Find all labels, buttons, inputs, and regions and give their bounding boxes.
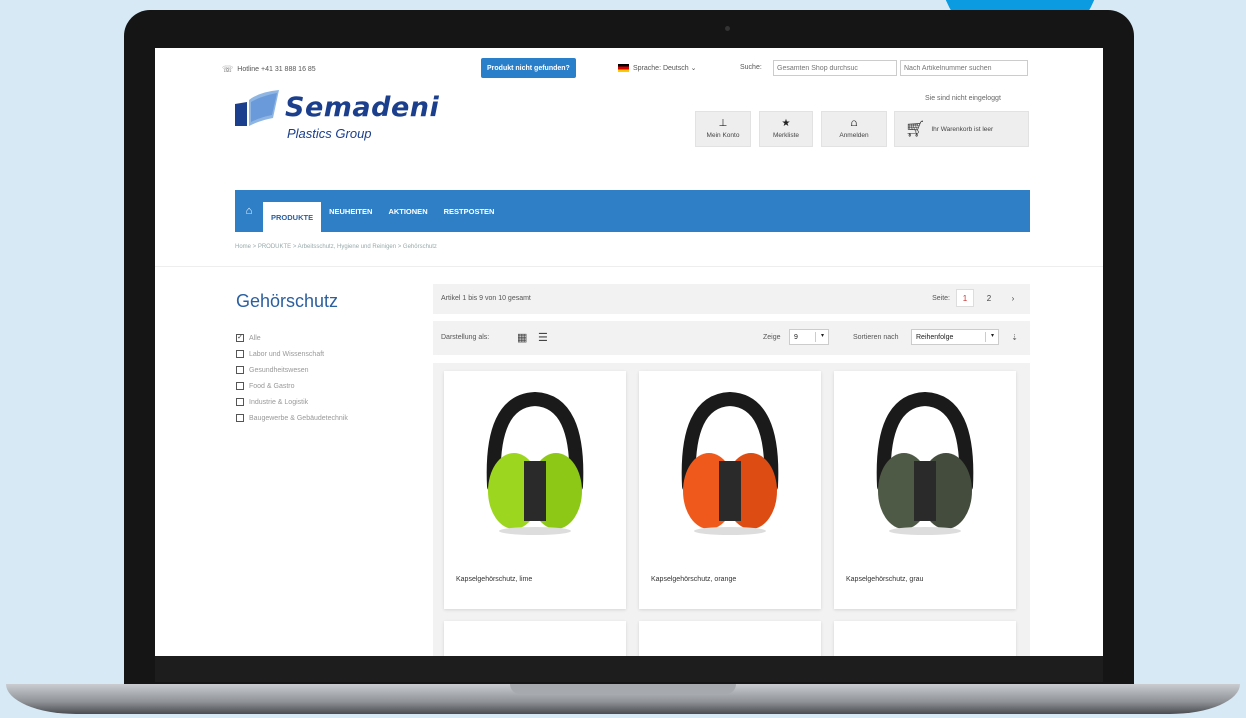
webcam: [725, 26, 730, 31]
breadcrumb[interactable]: Home > PRODUKTE > Arbeitsschutz, Hygiene…: [235, 244, 437, 250]
product-card[interactable]: [834, 621, 1016, 656]
german-flag-icon: [618, 64, 629, 72]
item-count: Artikel 1 bis 9 von 10 gesamt: [441, 295, 531, 302]
chevron-down-icon: ▾: [985, 332, 994, 342]
lock-icon: ⩍: [850, 118, 858, 129]
language-selector[interactable]: Sprache: Deutsch ⌄: [618, 64, 696, 72]
nav-item-neuheiten[interactable]: NEUHEITEN: [321, 190, 380, 232]
topbar: ☏ Hotline +41 31 888 16 85 Produkt nicht…: [155, 58, 1103, 80]
product-card[interactable]: [639, 621, 821, 656]
earmuff-orange-image: [681, 391, 779, 535]
product-listing: Kapselgehörschutz, lime Kapselgehörschut…: [433, 363, 1030, 656]
hotline-text: Hotline +41 31 888 16 85: [237, 66, 316, 73]
view-toolbar: Darstellung als: ▦ ☰ Zeige 9 ▾ Sortieren…: [433, 321, 1030, 355]
show-label: Zeige: [763, 334, 781, 341]
screen-bezel: [155, 656, 1103, 682]
checkbox-icon[interactable]: [236, 398, 244, 406]
page-2[interactable]: 2: [980, 289, 998, 307]
product-card[interactable]: Kapselgehörschutz, lime: [444, 371, 626, 609]
login-status: Sie sind nicht eingeloggt: [925, 95, 1001, 102]
filter-item[interactable]: Industrie & Logistik: [236, 394, 348, 410]
wishlist-label: Merkliste: [772, 132, 799, 139]
category-filters: ✓ Alle Labor und Wissenschaft Gesundheits…: [236, 330, 348, 426]
pagination-bar: Artikel 1 bis 9 von 10 gesamt Seite: 1 2…: [433, 284, 1030, 314]
filter-item[interactable]: Gesundheitswesen: [236, 362, 348, 378]
filter-label: Labor und Wissenschaft: [249, 350, 325, 358]
search-input[interactable]: [773, 60, 897, 76]
checkbox-icon[interactable]: [236, 414, 244, 422]
language-label: Sprache: Deutsch ⌄: [633, 65, 697, 72]
sort-value: Reihenfolge: [916, 333, 954, 341]
user-icon: ⊥: [718, 118, 728, 129]
filter-label: Alle: [249, 334, 261, 342]
sort-direction-icon[interactable]: ⇣: [1011, 333, 1018, 342]
product-card[interactable]: Kapselgehörschutz, grau: [834, 371, 1016, 609]
category-title: Gehörschutz: [236, 291, 339, 311]
filter-item[interactable]: ✓ Alle: [236, 330, 348, 346]
checkbox-icon[interactable]: [236, 382, 244, 390]
wishlist-button[interactable]: ★ Merkliste: [759, 111, 813, 147]
laptop-screen: ☏ Hotline +41 31 888 16 85 Produkt nicht…: [155, 48, 1103, 656]
chevron-down-icon: ▾: [815, 332, 824, 342]
my-account-button[interactable]: ⊥ Mein Konto: [695, 111, 751, 147]
hotline: ☏ Hotline +41 31 888 16 85: [222, 64, 316, 75]
next-page-icon[interactable]: ›: [1004, 289, 1022, 307]
checkbox-icon[interactable]: [236, 350, 244, 358]
nav-item-produkte[interactable]: PRODUKTE: [263, 202, 322, 232]
list-view-icon[interactable]: ☰: [538, 331, 548, 344]
star-icon: ★: [781, 118, 791, 129]
nav-item-restposten[interactable]: RESTPOSTEN: [436, 190, 503, 232]
filter-item[interactable]: Baugewerbe & Gebäudetechnik: [236, 410, 348, 426]
product-name[interactable]: Kapselgehörschutz, lime: [456, 576, 532, 583]
filter-label: Baugewerbe & Gebäudetechnik: [249, 414, 348, 422]
phone-icon: ☏: [222, 64, 234, 74]
brand-subtitle: Plastics Group: [287, 126, 372, 141]
sort-label: Sortieren nach: [853, 334, 899, 341]
login-button[interactable]: ⩍ Anmelden: [821, 111, 887, 147]
grid-view-icon[interactable]: ▦: [517, 331, 527, 344]
article-number-input[interactable]: [900, 60, 1028, 76]
page-label: Seite:: [932, 294, 950, 302]
checkbox-icon[interactable]: [236, 366, 244, 374]
logo-mark-icon: [235, 90, 279, 126]
product-card[interactable]: Kapselgehörschutz, orange: [639, 371, 821, 609]
pagination: Seite: 1 2 ›: [932, 289, 1022, 307]
earmuff-lime-image: [486, 391, 584, 535]
filter-label: Gesundheitswesen: [249, 366, 309, 374]
view-label: Darstellung als:: [441, 334, 490, 341]
page-size-value: 9: [794, 333, 798, 341]
product-name[interactable]: Kapselgehörschutz, grau: [846, 576, 923, 583]
product-not-found-button[interactable]: Produkt nicht gefunden?: [481, 58, 576, 78]
checkbox-checked-icon[interactable]: ✓: [236, 334, 244, 342]
product-card[interactable]: [444, 621, 626, 656]
main-navigation: ⌂ PRODUKTE NEUHEITEN AKTIONEN RESTPOSTEN: [235, 190, 1030, 232]
product-name[interactable]: Kapselgehörschutz, orange: [651, 576, 736, 583]
filter-label: Food & Gastro: [249, 382, 295, 390]
cart-label: Ihr Warenkorb ist leer: [931, 125, 994, 133]
brand-name: Semadeni: [285, 92, 440, 123]
filter-label: Industrie & Logistik: [249, 398, 309, 406]
earmuff-grey-image: [876, 391, 974, 535]
laptop-notch: [510, 684, 736, 694]
filter-item[interactable]: Labor und Wissenschaft: [236, 346, 348, 362]
page-1[interactable]: 1: [956, 289, 974, 307]
my-account-label: Mein Konto: [706, 132, 740, 139]
nav-item-aktionen[interactable]: AKTIONEN: [380, 190, 435, 232]
search-label: Suche:: [740, 64, 762, 71]
cart-icon: 🛒︎: [905, 121, 926, 138]
cart-button[interactable]: 🛒︎ Ihr Warenkorb ist leer: [894, 111, 1029, 147]
login-label: Anmelden: [839, 132, 869, 139]
sort-select[interactable]: Reihenfolge ▾: [911, 329, 999, 345]
divider: [155, 266, 1103, 267]
page-size-select[interactable]: 9 ▾: [789, 329, 829, 345]
filter-item[interactable]: Food & Gastro: [236, 378, 348, 394]
brand-logo[interactable]: Semadeni Plastics Group: [233, 86, 483, 148]
home-icon[interactable]: ⌂: [235, 205, 263, 217]
